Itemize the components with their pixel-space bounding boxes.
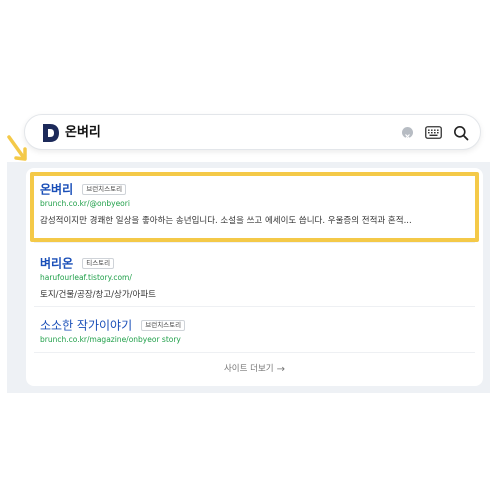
divider <box>34 306 475 307</box>
more-sites-label[interactable]: 사이트 더보기 <box>224 364 274 374</box>
result-snippet: 토지/건물/공장/창고/상가/아파트 <box>40 290 156 300</box>
search-bar[interactable]: 온벼리 <box>24 114 481 150</box>
clear-icon[interactable] <box>402 127 413 139</box>
result-url[interactable]: harufourleaf.tistory.com/ <box>40 272 469 284</box>
daum-logo-icon[interactable] <box>41 121 61 145</box>
result-item[interactable]: 온벼리 브런치스토리 brunch.co.kr/@onbyeori 감성적이지만… <box>40 180 469 228</box>
result-item[interactable]: 벼리온 티스토리 harufourleaf.tistory.com/ 토지/건물… <box>40 254 469 302</box>
results-card: 온벼리 브런치스토리 brunch.co.kr/@onbyeori 감성적이지만… <box>26 168 483 386</box>
divider <box>34 242 475 243</box>
result-title-row: 소소한 작가이야기 브런치스토리 <box>40 316 469 334</box>
result-title-link[interactable]: 벼리온 <box>40 257 73 271</box>
result-url[interactable]: brunch.co.kr/magazine/onbyeor story <box>40 334 469 346</box>
screenshot-canvas: 온벼리 온벼리 브런치스토리 brunch.co.kr/@onbyeori 감성… <box>0 0 500 500</box>
result-title-row: 온벼리 브런치스토리 <box>40 180 469 198</box>
divider <box>34 352 475 353</box>
result-title-link[interactable]: 온벼리 <box>40 183 73 197</box>
result-title-row: 벼리온 티스토리 <box>40 254 469 272</box>
pointer-arrow-icon <box>7 135 27 161</box>
arrow-right-icon: → <box>276 364 285 375</box>
result-item[interactable]: 소소한 작가이야기 브런치스토리 brunch.co.kr/magazine/o… <box>40 316 469 346</box>
source-badge: 브런치스토리 <box>141 320 186 331</box>
search-input[interactable]: 온벼리 <box>65 124 101 141</box>
result-title-link[interactable]: 소소한 작가이야기 <box>40 319 132 333</box>
keyboard-icon[interactable] <box>425 126 442 139</box>
search-icon[interactable] <box>453 125 469 141</box>
result-snippet: 감성적이지만 경쾌한 일상을 좋아하는 송년입니다. 소설을 쓰고 에세이도 씁… <box>40 216 412 226</box>
source-badge: 티스토리 <box>82 258 115 269</box>
result-url[interactable]: brunch.co.kr/@onbyeori <box>40 198 469 210</box>
more-sites-link[interactable]: 사이트 더보기 → <box>26 362 483 377</box>
source-badge: 브런치스토리 <box>82 184 127 195</box>
